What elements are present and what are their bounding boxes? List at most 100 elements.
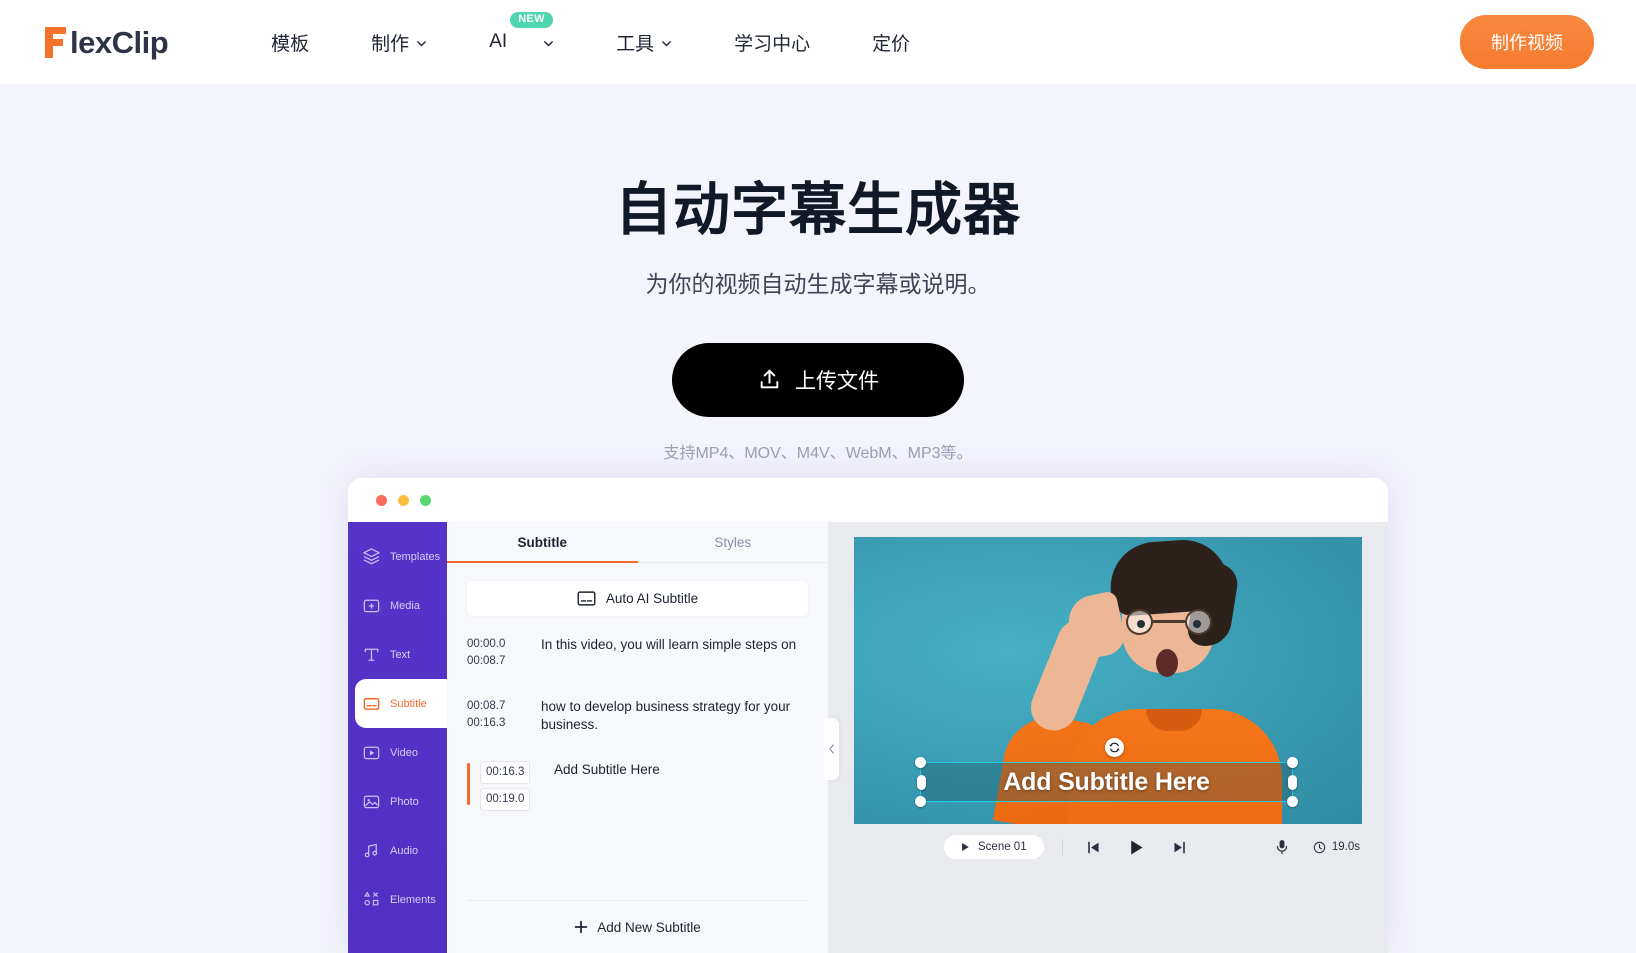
subtitle-time-range: 00:00.0 00:08.7	[467, 636, 525, 671]
sidebar-item-media[interactable]: Media	[348, 581, 447, 630]
sidebar-item-text[interactable]: Text	[348, 630, 447, 679]
resize-handle-bottom-left[interactable]	[915, 796, 926, 807]
microphone-icon[interactable]	[1275, 839, 1289, 855]
resize-handle-middle-right[interactable]	[1287, 775, 1297, 790]
glasses-lens-right	[1185, 609, 1212, 635]
player-controls-bar: Scene 01 19.0s	[828, 824, 1388, 870]
hero-section: 自动字幕生成器 为你的视频自动生成字幕或说明。 上传文件 支持MP4、MOV、M…	[0, 84, 1636, 463]
subtitle-overlay-box[interactable]: Add Subtitle Here	[915, 757, 1298, 807]
panel-collapse-button[interactable]	[824, 718, 839, 780]
add-new-subtitle-button[interactable]: Add New Subtitle	[447, 901, 828, 953]
mock-window-body: Templates Media Text Subtitle Video Phot…	[348, 522, 1388, 953]
subtitle-end-time: 00:16.3	[467, 716, 506, 729]
subtitle-start-time: 00:08.7	[467, 699, 506, 712]
sidebar-item-video[interactable]: Video	[348, 728, 447, 777]
sidebar-label-templates: Templates	[390, 550, 441, 563]
elements-icon	[362, 890, 381, 909]
nav-item-templates[interactable]: 模板	[240, 0, 340, 84]
subtitle-row[interactable]: 00:00.0 00:08.7 In this video, you will …	[467, 636, 808, 671]
sidebar-item-photo[interactable]: Photo	[348, 777, 447, 826]
subtitle-row-selected[interactable]: 00:16.3 00:19.0 Add Subtitle Here	[467, 760, 808, 816]
primary-nav: 模板 制作 AI NEW 工具 学习中心 定价	[240, 0, 941, 84]
make-video-button[interactable]: 制作视频	[1460, 15, 1594, 69]
skip-next-button[interactable]	[1172, 840, 1187, 855]
tab-label-styles: Styles	[714, 534, 752, 550]
plus-icon	[574, 920, 588, 934]
subtitle-start-time-input[interactable]: 00:16.3	[480, 760, 531, 785]
subtitle-panel: Subtitle Styles Auto AI Subtitle 00:00.0…	[447, 522, 839, 953]
subtitle-time-range: 00:16.3 00:19.0	[480, 760, 538, 816]
duration-display: 19.0s	[1313, 841, 1360, 854]
video-canvas[interactable]: Add Subtitle Here	[854, 537, 1362, 824]
layers-icon	[362, 547, 381, 566]
play-button[interactable]	[1128, 839, 1145, 856]
audio-note-icon	[362, 841, 381, 860]
nav-item-learning-center[interactable]: 学习中心	[703, 0, 841, 84]
sidebar-label-photo: Photo	[390, 795, 419, 808]
subtitle-row[interactable]: 00:08.7 00:16.3 how to develop business …	[467, 698, 808, 734]
glasses-lens-left	[1126, 609, 1153, 635]
resize-handle-top-right[interactable]	[1287, 757, 1298, 768]
chevron-down-icon	[661, 38, 672, 49]
nav-item-tools[interactable]: 工具	[585, 0, 703, 84]
subtitle-text[interactable]: In this video, you will learn simple ste…	[541, 636, 796, 671]
flexclip-logo[interactable]: lexClip	[42, 0, 169, 84]
person-glasses	[1126, 609, 1212, 635]
nav-label-tools: 工具	[616, 33, 655, 55]
sidebar-item-audio[interactable]: Audio	[348, 826, 447, 875]
upload-button-label: 上传文件	[795, 369, 879, 393]
play-small-icon	[961, 842, 970, 852]
subtitle-end-time: 00:08.7	[467, 655, 506, 668]
sidebar-label-audio: Audio	[390, 844, 419, 857]
page-title: 自动字幕生成器	[615, 178, 1021, 242]
flexclip-logo-icon	[42, 25, 68, 59]
subtitle-text[interactable]: Add Subtitle Here	[554, 761, 660, 816]
player-right-controls: 19.0s	[1275, 839, 1360, 855]
resize-handle-bottom-right[interactable]	[1287, 796, 1298, 807]
window-minimize-dot	[398, 494, 409, 506]
tab-subtitle[interactable]: Subtitle	[447, 522, 638, 563]
mock-window-titlebar	[348, 478, 1388, 522]
player-divider	[1062, 839, 1063, 855]
skip-previous-button[interactable]	[1086, 840, 1101, 855]
chevron-down-icon	[416, 38, 427, 49]
nav-label-create: 制作	[371, 33, 410, 55]
sidebar-item-templates[interactable]: Templates	[348, 532, 447, 581]
resize-handle-top-left[interactable]	[915, 757, 926, 768]
nav-item-ai[interactable]: AI NEW	[458, 0, 585, 84]
subtitle-list: 00:00.0 00:08.7 In this video, you will …	[447, 616, 828, 896]
window-maximize-dot	[420, 494, 431, 506]
sidebar-label-subtitle: Subtitle	[390, 697, 427, 710]
sidebar-label-media: Media	[390, 599, 420, 612]
editor-stage: Add Subtitle Here Scene 01 19.0s	[828, 522, 1388, 953]
resize-handle-middle-left[interactable]	[916, 775, 926, 790]
nav-label-learning-center: 学习中心	[734, 33, 811, 55]
window-close-dot	[376, 494, 387, 506]
folder-plus-icon	[362, 596, 381, 615]
nav-label-ai: AI	[489, 31, 508, 52]
nav-item-create[interactable]: 制作	[340, 0, 458, 84]
auto-ai-subtitle-label: Auto AI Subtitle	[605, 591, 699, 606]
subtitle-text[interactable]: how to develop business strategy for you…	[541, 698, 808, 734]
nav-item-pricing[interactable]: 定价	[841, 0, 941, 84]
scene-selector[interactable]: Scene 01	[944, 835, 1044, 859]
subtitle-icon	[362, 694, 381, 713]
clock-icon	[1313, 841, 1326, 854]
subtitle-time-range: 00:08.7 00:16.3	[467, 698, 525, 734]
photo-icon	[362, 792, 381, 811]
person-mouth	[1156, 649, 1178, 677]
top-navbar: lexClip 模板 制作 AI NEW 工具 学习中心 定价 制作视频	[0, 0, 1636, 84]
sidebar-label-elements: Elements	[390, 893, 436, 906]
tab-styles[interactable]: Styles	[638, 522, 829, 562]
subtitle-end-time-input[interactable]: 00:19.0	[480, 788, 531, 812]
sidebar-item-elements[interactable]: Elements	[348, 875, 447, 924]
text-t-icon	[362, 645, 381, 664]
chevron-left-icon	[828, 743, 836, 755]
sidebar-item-subtitle[interactable]: Subtitle	[355, 679, 447, 728]
supported-formats-note: 支持MP4、MOV、M4V、WebM、MP3等。	[663, 444, 973, 462]
upload-arrow-icon	[757, 367, 782, 392]
glasses-bridge	[1153, 620, 1185, 623]
upload-file-button[interactable]: 上传文件	[672, 342, 964, 417]
auto-ai-subtitle-button[interactable]: Auto AI Subtitle	[467, 581, 808, 616]
rotate-handle-icon[interactable]	[1105, 738, 1124, 757]
